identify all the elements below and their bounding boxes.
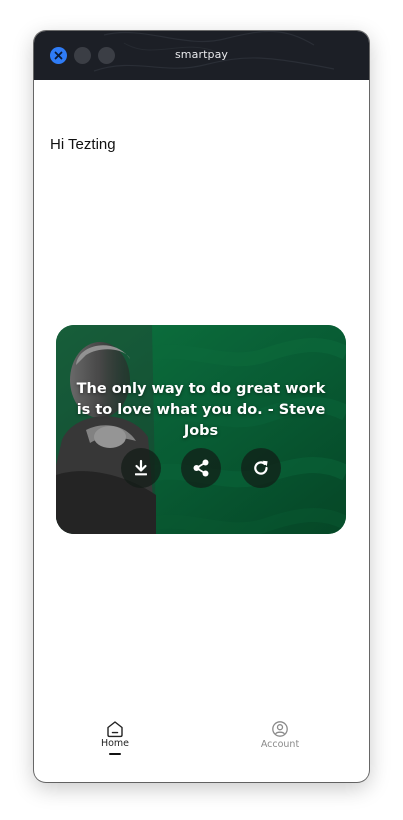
account-icon bbox=[272, 721, 288, 737]
quote-text: The only way to do great work is to love… bbox=[76, 381, 326, 439]
window-title: smartpay bbox=[174, 48, 229, 61]
title-bar[interactable]: smartpay bbox=[34, 31, 369, 80]
active-tab-indicator bbox=[109, 753, 121, 755]
quote-card: The only way to do great work is to love… bbox=[56, 325, 346, 534]
app-content: Hi Tezting The only way to do great work… bbox=[35, 80, 368, 780]
share-button[interactable] bbox=[181, 448, 221, 488]
home-icon bbox=[107, 721, 123, 738]
app-window: smartpay Hi Tezting The only way to do g… bbox=[34, 31, 369, 782]
bottom-navigation: Home Account bbox=[35, 710, 368, 780]
download-icon bbox=[135, 459, 147, 476]
nav-label-home: Home bbox=[100, 738, 130, 749]
share-icon bbox=[193, 459, 209, 477]
refresh-icon bbox=[254, 460, 268, 475]
nav-item-home[interactable]: Home bbox=[75, 710, 155, 755]
refresh-button[interactable] bbox=[241, 448, 281, 488]
nav-label-account: Account bbox=[260, 739, 300, 750]
greeting-text: Hi Tezting bbox=[50, 136, 116, 153]
nav-item-account[interactable]: Account bbox=[240, 710, 320, 750]
download-button[interactable] bbox=[121, 448, 161, 488]
